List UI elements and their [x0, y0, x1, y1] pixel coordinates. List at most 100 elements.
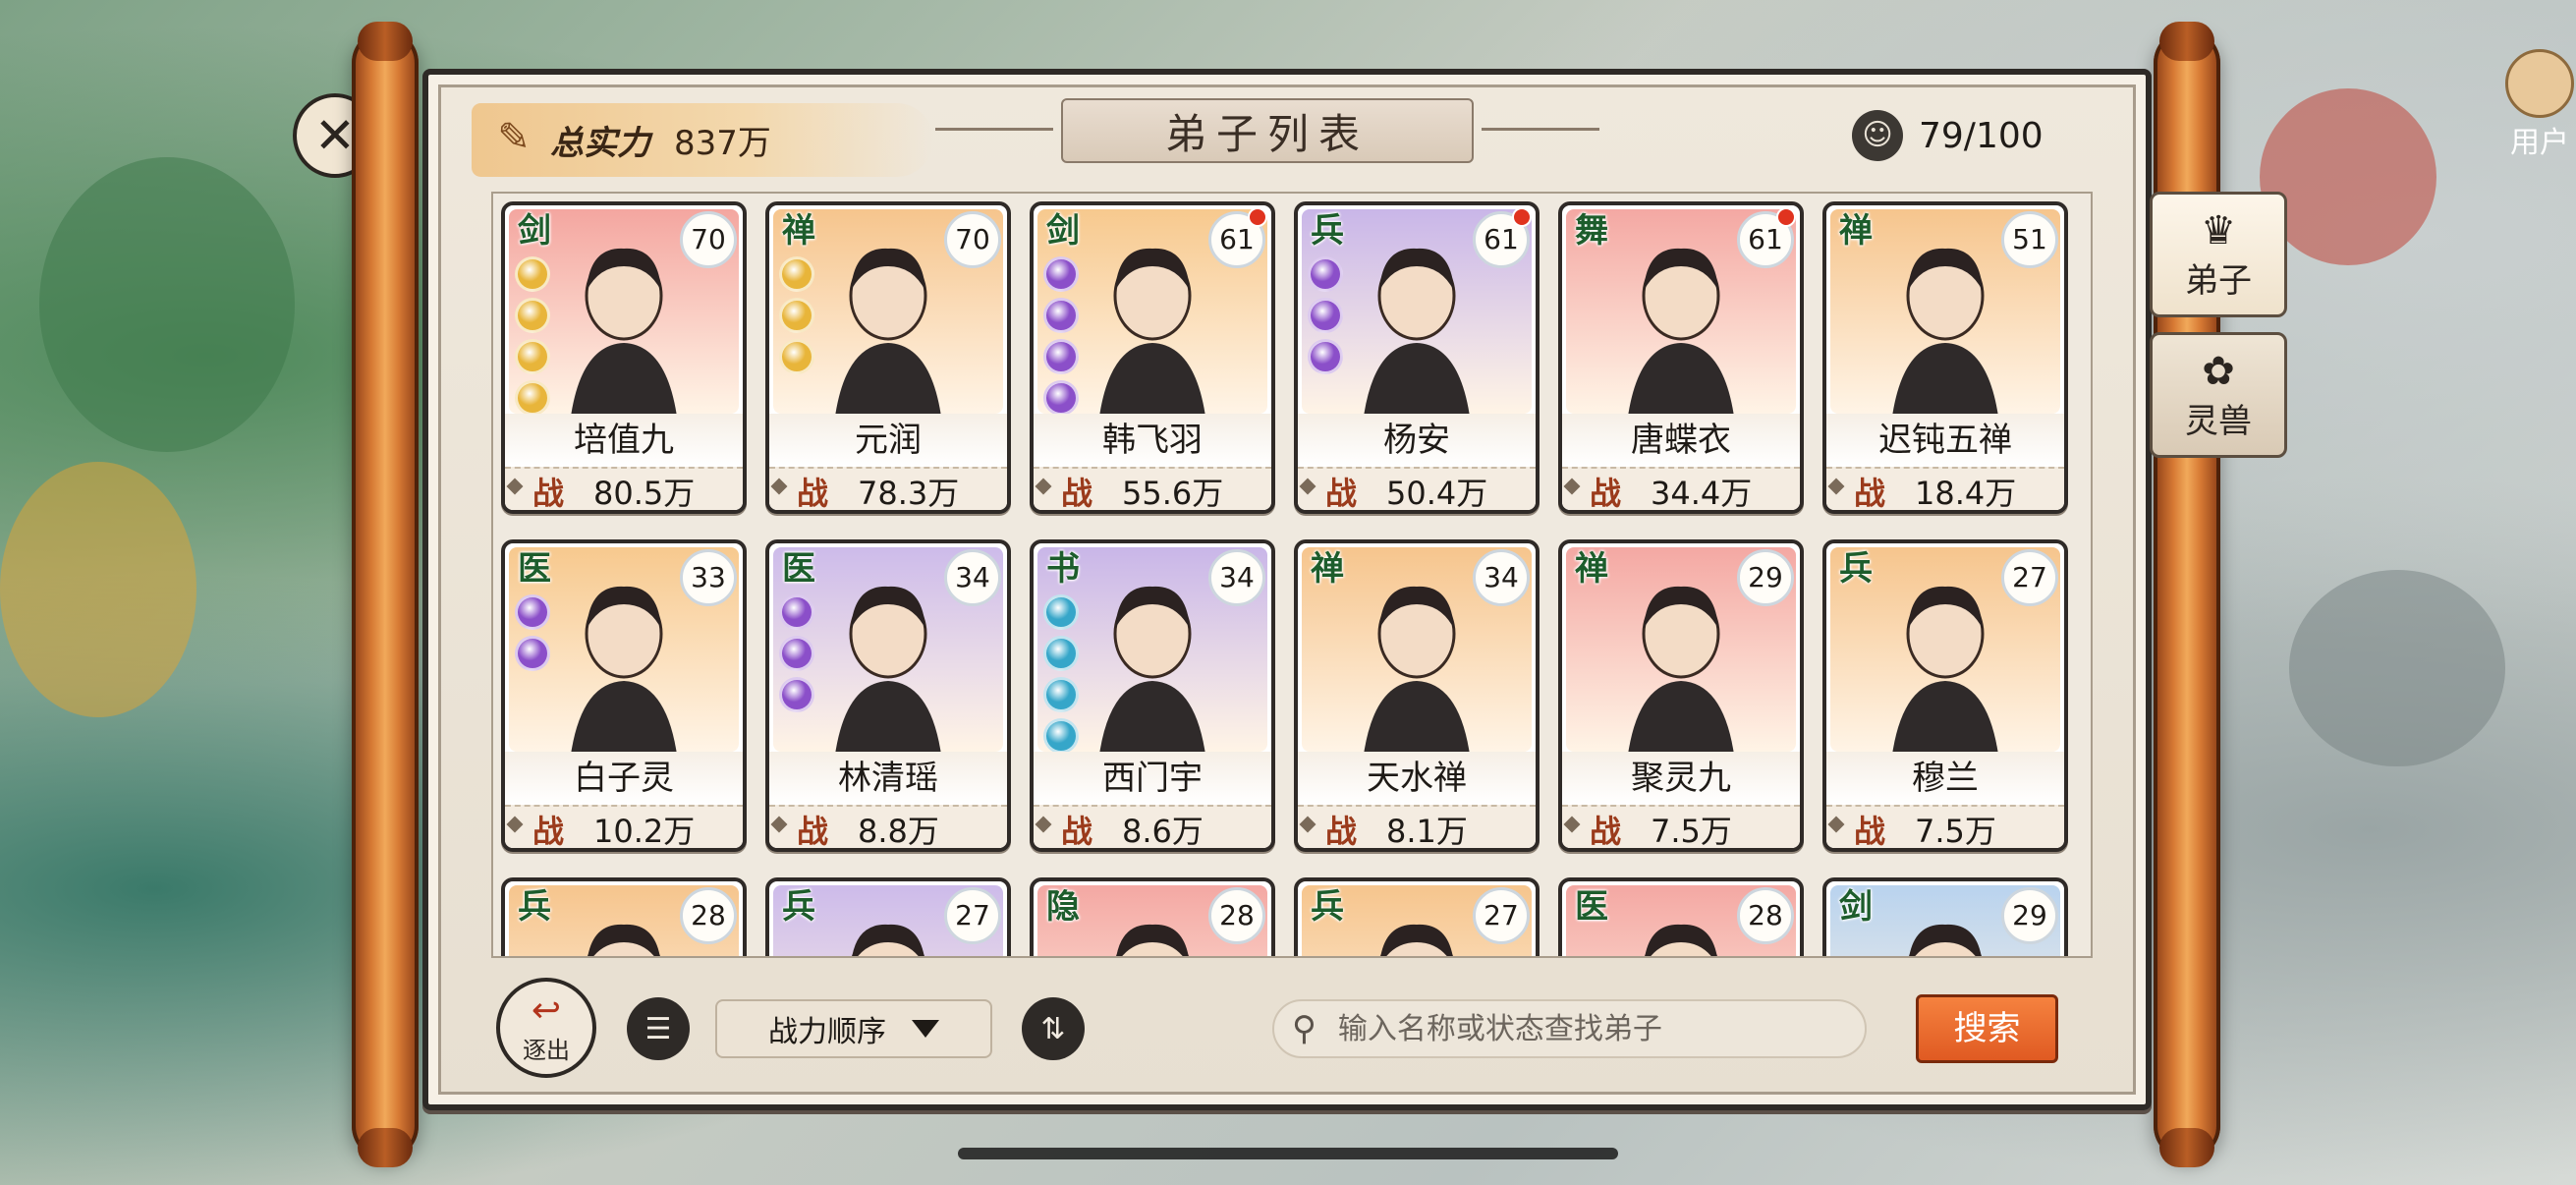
search-icon: ⚲: [1292, 1009, 1316, 1048]
disciple-card[interactable]: 医 33 白子灵战 10.2万: [501, 539, 747, 852]
disciple-level-badge: 27: [944, 887, 1001, 944]
spiral-gem-icon: [515, 298, 550, 333]
notification-dot: [1512, 207, 1532, 227]
brush-icon: ✎: [497, 115, 531, 160]
character-silhouette-icon: [835, 586, 941, 752]
disciple-name: 天水禅: [1298, 752, 1536, 805]
spiral-gem-icon: [515, 636, 550, 671]
disciple-type-badge: 医: [1575, 887, 1608, 927]
spiral-gem-icon: [779, 594, 814, 630]
spiral-gem-icon: [1043, 339, 1079, 374]
disciple-card[interactable]: 剑 29: [1822, 877, 2068, 956]
disciple-type-badge: 兵: [1839, 549, 1873, 589]
disciple-name: 培值九: [505, 414, 743, 467]
diamond-icon: [1299, 816, 1316, 833]
disciple-card[interactable]: 兵 27: [765, 877, 1011, 956]
disciple-card[interactable]: 书 34 西门宇战 8.6万: [1030, 539, 1275, 852]
grade-gems: [779, 256, 814, 374]
user-button[interactable]: 用户: [2505, 49, 2574, 160]
tab-disciples[interactable]: ♛ 弟子: [2150, 192, 2287, 317]
spiral-gem-icon: [1043, 256, 1079, 292]
diamond-icon: [506, 816, 524, 833]
character-silhouette-icon: [1099, 248, 1205, 414]
disciple-name: 白子灵: [505, 752, 743, 805]
disciple-level-badge: 27: [2001, 549, 2058, 606]
home-indicator[interactable]: [958, 1148, 1618, 1159]
disciple-grid-scroll[interactable]: 剑 70 培值九战 80.5万 禅 70 元润战 78.3万 剑 61 韩飞羽战 55.6万 兵6…: [491, 192, 2093, 958]
disciple-card[interactable]: 医 28: [1558, 877, 1804, 956]
power-value: 8.8万: [858, 813, 939, 850]
disciple-card[interactable]: 禅 70 元润战 78.3万: [765, 201, 1011, 514]
user-label: 用户: [2510, 126, 2569, 160]
power-label: 战: [797, 475, 829, 512]
disciple-card[interactable]: 兵 27 穆兰战 7.5万: [1822, 539, 2068, 852]
diamond-icon: [506, 478, 524, 495]
power-label: 战: [532, 475, 565, 512]
disciple-card[interactable]: 兵 61 杨安战 50.4万: [1294, 201, 1540, 514]
disciple-card[interactable]: 禅 29 聚灵九战 7.5万: [1558, 539, 1804, 852]
character-silhouette-icon: [835, 248, 941, 414]
disciple-card[interactable]: 隐 28: [1030, 877, 1275, 956]
spiral-gem-icon: [1043, 380, 1079, 416]
spiral-gem-icon: [779, 636, 814, 671]
power-value: 7.5万: [1915, 813, 1996, 850]
search-input[interactable]: [1337, 1011, 1849, 1046]
power-label: 战: [1590, 475, 1622, 512]
disciple-name: 林清瑶: [769, 752, 1007, 805]
tab-spirit-beasts[interactable]: ✿ 灵兽: [2150, 332, 2287, 458]
grade-gems: [1308, 256, 1343, 374]
grade-gems: [779, 594, 814, 712]
disciple-level-badge: 34: [1473, 549, 1530, 606]
background-tree: [39, 157, 295, 452]
character-silhouette-icon: [1628, 248, 1734, 414]
power-value: 10.2万: [593, 813, 696, 850]
power-value: 34.4万: [1651, 475, 1753, 512]
diamond-icon: [1035, 478, 1052, 495]
background-rock: [2289, 570, 2505, 766]
character-silhouette-icon: [1364, 248, 1470, 414]
spirit-beast-icon: ✿: [2202, 348, 2235, 394]
disciple-name: 穆兰: [1826, 752, 2064, 805]
total-power-value: 837万: [674, 124, 771, 163]
character-silhouette-icon: [1628, 586, 1734, 752]
spiral-gem-icon: [779, 298, 814, 333]
disciple-count-value: 79/100: [1919, 115, 2044, 156]
disciple-card[interactable]: 剑 70 培值九战 80.5万: [501, 201, 747, 514]
expel-button[interactable]: ↩ 逐出: [496, 978, 596, 1078]
spiral-gem-icon: [1308, 298, 1343, 333]
power-label: 战: [1854, 813, 1886, 850]
power-value: 78.3万: [858, 475, 960, 512]
disciple-type-badge: 兵: [1311, 211, 1344, 251]
power-value: 50.4万: [1386, 475, 1488, 512]
spiral-gem-icon: [1043, 677, 1079, 712]
diamond-icon: [1563, 816, 1581, 833]
disciple-power-row: 战 78.3万: [769, 467, 1007, 512]
disciple-name: 聚灵九: [1562, 752, 1800, 805]
power-label: 战: [1590, 813, 1622, 850]
disciple-power-row: 战 34.4万: [1562, 467, 1800, 512]
character-silhouette-icon: [1892, 248, 1998, 414]
disciple-card[interactable]: 舞 61 唐蝶衣战 34.4万: [1558, 201, 1804, 514]
spiral-gem-icon: [779, 677, 814, 712]
search-button[interactable]: 搜索: [1916, 994, 2058, 1063]
swap-arrows-icon: ⇅: [1040, 1011, 1066, 1046]
sort-dropdown-value: 战力顺序: [768, 1015, 886, 1049]
disciple-card[interactable]: 禅 51 迟钝五禅战 18.4万: [1822, 201, 2068, 514]
disciple-card[interactable]: 兵 28: [501, 877, 747, 956]
disciple-power-row: 战 7.5万: [1826, 805, 2064, 850]
disciple-power-row: 战 8.8万: [769, 805, 1007, 850]
disciple-card[interactable]: 剑 61 韩飞羽战 55.6万: [1030, 201, 1275, 514]
total-power-banner: ✎ 总实力 837万: [472, 103, 933, 177]
disciple-power-row: 战 55.6万: [1034, 467, 1271, 510]
filter-list-button[interactable]: ☰: [627, 997, 690, 1060]
spiral-gem-icon: [515, 594, 550, 630]
disciple-card[interactable]: 兵 27: [1294, 877, 1540, 956]
disciple-card[interactable]: 禅 34 天水禅战 8.1万: [1294, 539, 1540, 852]
spiral-gem-icon: [1308, 339, 1343, 374]
sort-direction-button[interactable]: ⇅: [1022, 997, 1085, 1060]
disciple-card[interactable]: 医 34 林清瑶战 8.8万: [765, 539, 1011, 852]
disciple-type-badge: 医: [518, 549, 551, 589]
disciple-type-badge: 剑: [1046, 211, 1080, 251]
power-value: 8.6万: [1122, 813, 1204, 850]
sort-dropdown[interactable]: 战力顺序: [715, 999, 992, 1058]
